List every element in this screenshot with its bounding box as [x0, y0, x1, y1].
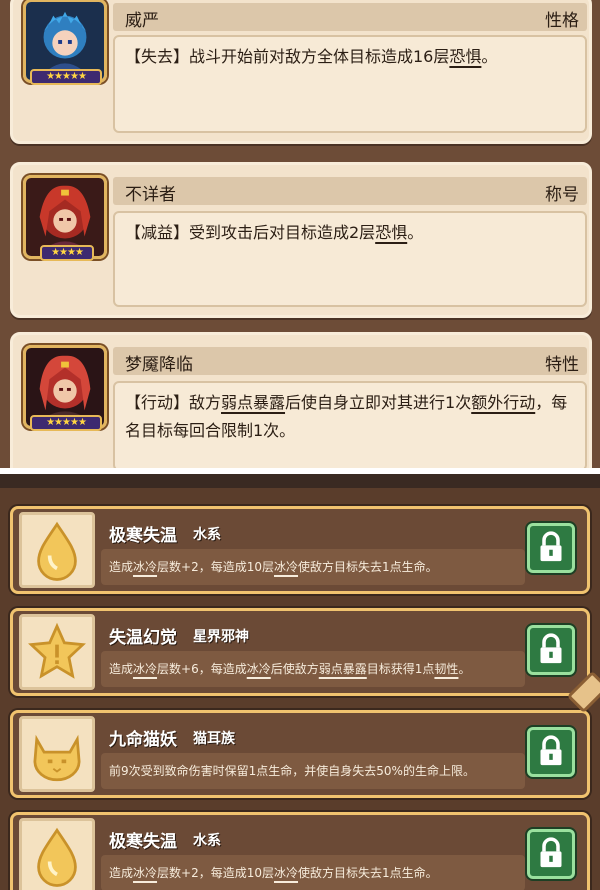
star-rating: ★★★★: [40, 245, 94, 261]
trait-description: 【失去】战斗开始前对敌方全体目标造成16层恐惧。: [113, 35, 587, 133]
lock-button[interactable]: [527, 625, 575, 675]
keyword-link[interactable]: 韧性: [434, 662, 458, 676]
skill-card[interactable]: 失温幻觉 星界邪神 造成冰冷层数+6，每造成冰冷后使敌方弱点暴露目标获得1点韧性…: [10, 608, 590, 696]
trait-card[interactable]: ★★★★★ 威严 性格 【失去】战斗开始前对敌方全体目标造成16层恐惧。: [10, 0, 592, 144]
skill-card[interactable]: 九命猫妖 猫耳族 前9次受到致命伤害时保留1点生命，并使自身失去50%的生命上限…: [10, 710, 590, 798]
keyword-link[interactable]: 冰冷: [133, 866, 157, 880]
top-strip: [0, 474, 600, 488]
trait-name: 威严: [125, 11, 159, 31]
trait-type: 特性: [545, 355, 579, 375]
desc-part: 层数+2，每造成10层: [157, 866, 274, 880]
trait-header: 威严 性格: [113, 3, 587, 31]
desc-part: 造成: [109, 866, 134, 880]
skill-tag: 星界邪神: [193, 629, 249, 645]
skill-name: 极寒失温: [109, 526, 177, 546]
keyword-link[interactable]: 冰冷: [274, 866, 298, 880]
desc-part: 造成: [109, 560, 134, 574]
keyword-link[interactable]: 弱点暴露: [221, 393, 285, 412]
desc-part: 。: [458, 662, 471, 676]
skill-name: 九命猫妖: [109, 730, 177, 750]
desc-part: 层数+2，每造成10层: [157, 560, 274, 574]
desc-part: 目标获得1点: [366, 662, 435, 676]
star-rating: ★★★★★: [30, 415, 102, 431]
lock-icon: [540, 531, 562, 562]
skill-description: 造成冰冷层数+2，每造成10层冰冷使敌方目标失去1点生命。: [101, 549, 525, 585]
trait-card[interactable]: ★★★★★ 梦魇降临 特性 【行动】敌方弱点暴露后使自身立即对其进行1次额外行动…: [10, 332, 592, 482]
trait-name: 梦魇降临: [125, 355, 193, 375]
skill-name: 失温幻觉: [109, 628, 177, 648]
lock-button[interactable]: [527, 829, 575, 879]
lock-icon: [540, 837, 562, 868]
desc-part: 【行动】敌方: [125, 393, 222, 412]
desc-part: 【失去】战斗开始前对敌方全体目标造成16层: [125, 47, 450, 66]
skill-name: 极寒失温: [109, 832, 177, 852]
trait-header: 不详者 称号: [113, 177, 587, 205]
skill-card[interactable]: 极寒失温 水系 造成冰冷层数+2，每造成10层冰冷使敌方目标失去1点生命。: [10, 506, 590, 594]
keyword-link[interactable]: 恐惧: [375, 223, 407, 242]
desc-part: 后使自身立即对其进行1次: [285, 393, 472, 412]
skill-description: 造成冰冷层数+6，每造成冰冷后使敌方弱点暴露目标获得1点韧性。: [101, 651, 525, 687]
desc-part: 。: [407, 223, 424, 242]
lock-button[interactable]: [527, 727, 575, 777]
keyword-link[interactable]: 冰冷: [274, 560, 298, 574]
keyword-link[interactable]: 冰冷: [133, 662, 157, 676]
keyword-link[interactable]: 冰冷: [133, 560, 157, 574]
skill-tag: 水系: [193, 833, 221, 849]
trait-description: 【减益】受到攻击后对目标造成2层恐惧。: [113, 211, 587, 307]
trait-type: 称号: [545, 185, 579, 205]
keyword-link[interactable]: 弱点暴露: [319, 662, 367, 676]
desc-part: 使敌方目标失去1点生命。: [298, 560, 438, 574]
water-drop-icon: [19, 818, 95, 890]
keyword-link[interactable]: 额外行动: [471, 393, 535, 412]
desc-part: 层数+6，每造成: [157, 662, 247, 676]
trait-type: 性格: [545, 11, 579, 31]
desc-part: 使敌方目标失去1点生命。: [298, 866, 438, 880]
lock-icon: [540, 633, 562, 664]
keyword-link[interactable]: 恐惧: [449, 47, 481, 66]
trait-panel: ★★★★★ 威严 性格 【失去】战斗开始前对敌方全体目标造成16层恐惧。 ★★★…: [0, 0, 600, 482]
cat-head-icon: [19, 716, 95, 792]
skill-card[interactable]: 极寒失温 水系 造成冰冷层数+2，每造成10层冰冷使敌方目标失去1点生命。: [10, 812, 590, 890]
skill-tag: 水系: [193, 527, 221, 543]
desc-part: 造成: [109, 662, 134, 676]
trait-card[interactable]: ★★★★ 不详者 称号 【减益】受到攻击后对目标造成2层恐惧。: [10, 162, 592, 318]
water-drop-icon: [19, 512, 95, 588]
lock-button[interactable]: [527, 523, 575, 573]
star-icon: [19, 614, 95, 690]
keyword-link[interactable]: 冰冷: [247, 662, 271, 676]
trait-header: 梦魇降临 特性: [113, 347, 587, 375]
skill-tag: 猫耳族: [193, 731, 235, 747]
star-rating: ★★★★★: [30, 69, 102, 85]
trait-name: 不详者: [125, 185, 176, 205]
desc-part: 后使敌方: [270, 662, 319, 676]
desc-part: 前9次受到致命伤害时保留1点生命，并使自身失去50%的生命上限。: [109, 764, 475, 778]
skill-description: 前9次受到致命伤害时保留1点生命，并使自身失去50%的生命上限。: [101, 753, 525, 789]
desc-part: 【减益】受到攻击后对目标造成2层: [125, 223, 376, 242]
skill-description: 造成冰冷层数+2，每造成10层冰冷使敌方目标失去1点生命。: [101, 855, 525, 890]
desc-part: 。: [481, 47, 498, 66]
skill-panel: 极寒失温 水系 造成冰冷层数+2，每造成10层冰冷使敌方目标失去1点生命。 失温…: [0, 474, 600, 890]
trait-description: 【行动】敌方弱点暴露后使自身立即对其进行1次额外行动，每名目标每回合限制1次。: [113, 381, 587, 471]
lock-icon: [540, 735, 562, 766]
